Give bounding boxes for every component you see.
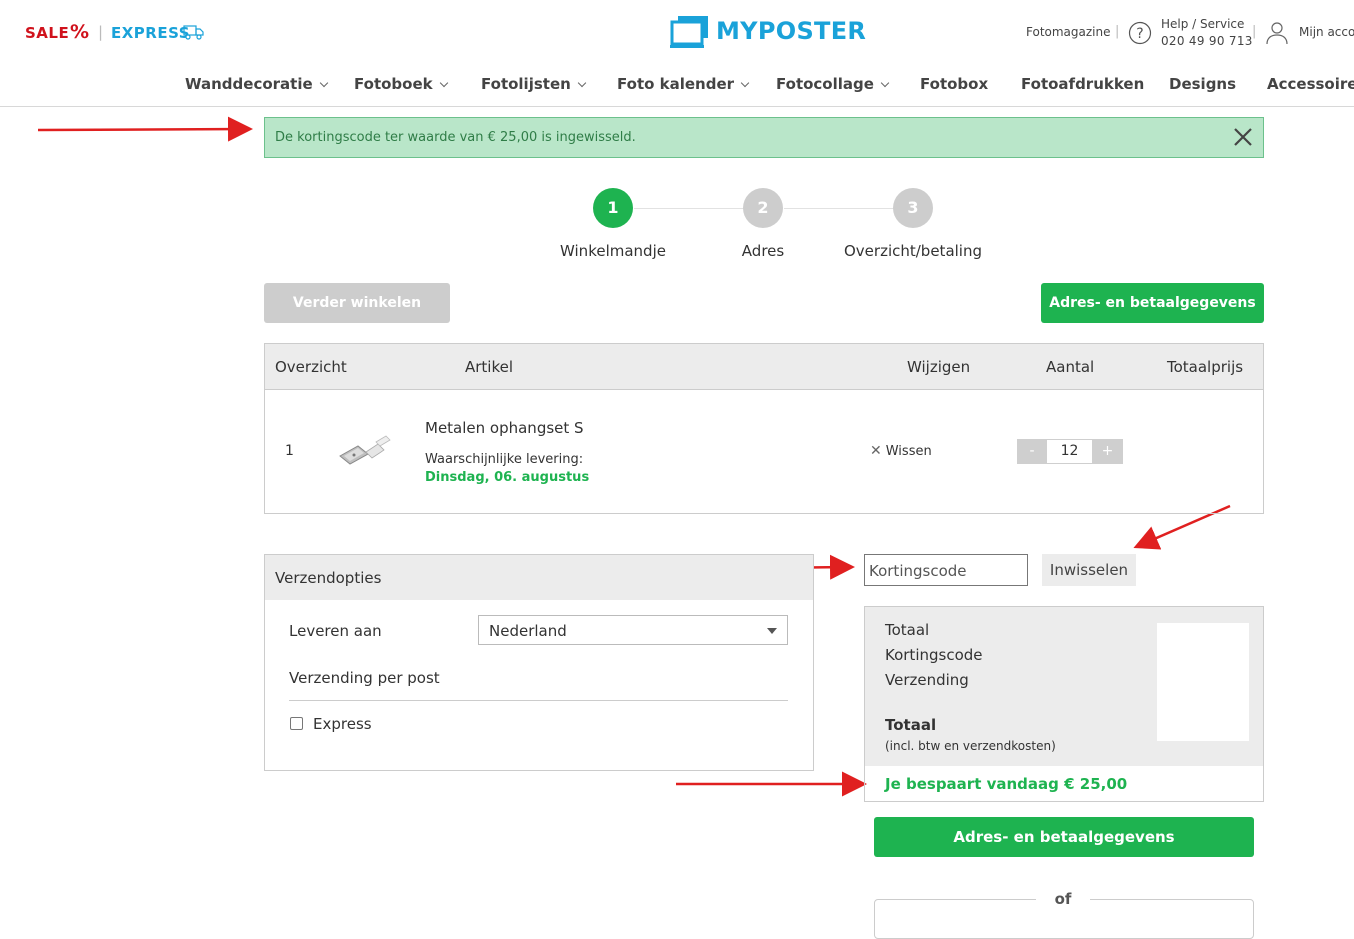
order-totals-panel: Totaal Kortingscode Verzending Totaal (i… <box>864 606 1264 802</box>
or-separator: of <box>1036 890 1090 908</box>
express-label[interactable]: Express <box>313 715 372 733</box>
totals-values-area <box>1157 623 1249 741</box>
quantity-increase-button[interactable]: + <box>1092 439 1123 464</box>
country-select-value: Nederland <box>489 622 567 640</box>
address-payment-button[interactable]: Adres- en betaalgegevens <box>1041 283 1264 323</box>
shipping-title: Verzendopties <box>275 569 382 587</box>
quantity-decrease-button[interactable]: - <box>1017 439 1047 464</box>
delivery-date: Dinsdag, 06. augustus <box>425 470 590 485</box>
deliver-to-label: Leveren aan <box>289 622 382 640</box>
address-payment-button-bottom[interactable]: Adres- en betaalgegevens <box>874 817 1254 857</box>
col-wijzigen: Wijzigen <box>907 358 971 376</box>
shipping-panel-header: Verzendopties <box>265 555 813 600</box>
caret-down-icon <box>767 628 777 634</box>
col-aantal: Aantal <box>1046 358 1095 376</box>
col-artikel: Artikel <box>465 358 514 376</box>
cart-table-header: Overzicht Artikel Wijzigen Aantal Totaal… <box>265 344 1263 390</box>
product-name[interactable]: Metalen ophangset S <box>425 419 584 437</box>
step-connector <box>784 208 894 209</box>
step-2-label: Adres <box>741 242 785 260</box>
coupon-label: Kortingscode <box>885 646 983 664</box>
delivery-label: Waarschijnlijke levering: <box>425 452 584 467</box>
step-1-label: Winkelmandje <box>560 242 666 260</box>
remove-item-button[interactable]: ✕ Wissen <box>870 443 932 459</box>
shipping-cost-label: Verzending <box>885 671 969 689</box>
col-totaalprijs: Totaalprijs <box>1167 358 1244 376</box>
continue-shopping-button[interactable]: Verder winkelen <box>264 283 450 323</box>
arrow-to-alert <box>37 116 253 142</box>
step-2-circle: 2 <box>743 188 783 228</box>
shipping-method-label: Verzending per post <box>289 669 440 687</box>
divider <box>289 700 788 701</box>
close-icon: ✕ <box>870 443 882 459</box>
total-label: Totaal <box>885 621 930 639</box>
cart-table: Overzicht Artikel Wijzigen Aantal Totaal… <box>264 343 1264 514</box>
savings-message: Je bespaart vandaag € 25,00 <box>885 775 1128 793</box>
remove-label: Wissen <box>885 444 932 459</box>
country-select[interactable]: Nederland <box>478 615 788 645</box>
step-connector <box>634 208 744 209</box>
coupon-placeholder: Kortingscode <box>869 562 967 580</box>
redeem-coupon-button[interactable]: Inwisselen <box>1042 554 1136 586</box>
express-checkbox[interactable] <box>290 717 303 730</box>
row-number: 1 <box>285 443 294 459</box>
col-overzicht: Overzicht <box>275 358 347 376</box>
step-1-circle: 1 <box>593 188 633 228</box>
totals-summary: Totaal Kortingscode Verzending Totaal (i… <box>865 607 1263 766</box>
quantity-input[interactable]: 12 <box>1047 439 1092 464</box>
shipping-options-panel: Verzendopties <box>264 554 814 771</box>
incl-vat-note: (incl. btw en verzendkosten) <box>885 739 1056 753</box>
product-thumbnail[interactable] <box>336 432 396 472</box>
grand-total-label: Totaal <box>885 716 937 734</box>
step-3-circle: 3 <box>893 188 933 228</box>
coupon-input[interactable]: Kortingscode <box>864 554 1028 586</box>
step-3-label: Overzicht/betaling <box>844 242 982 260</box>
